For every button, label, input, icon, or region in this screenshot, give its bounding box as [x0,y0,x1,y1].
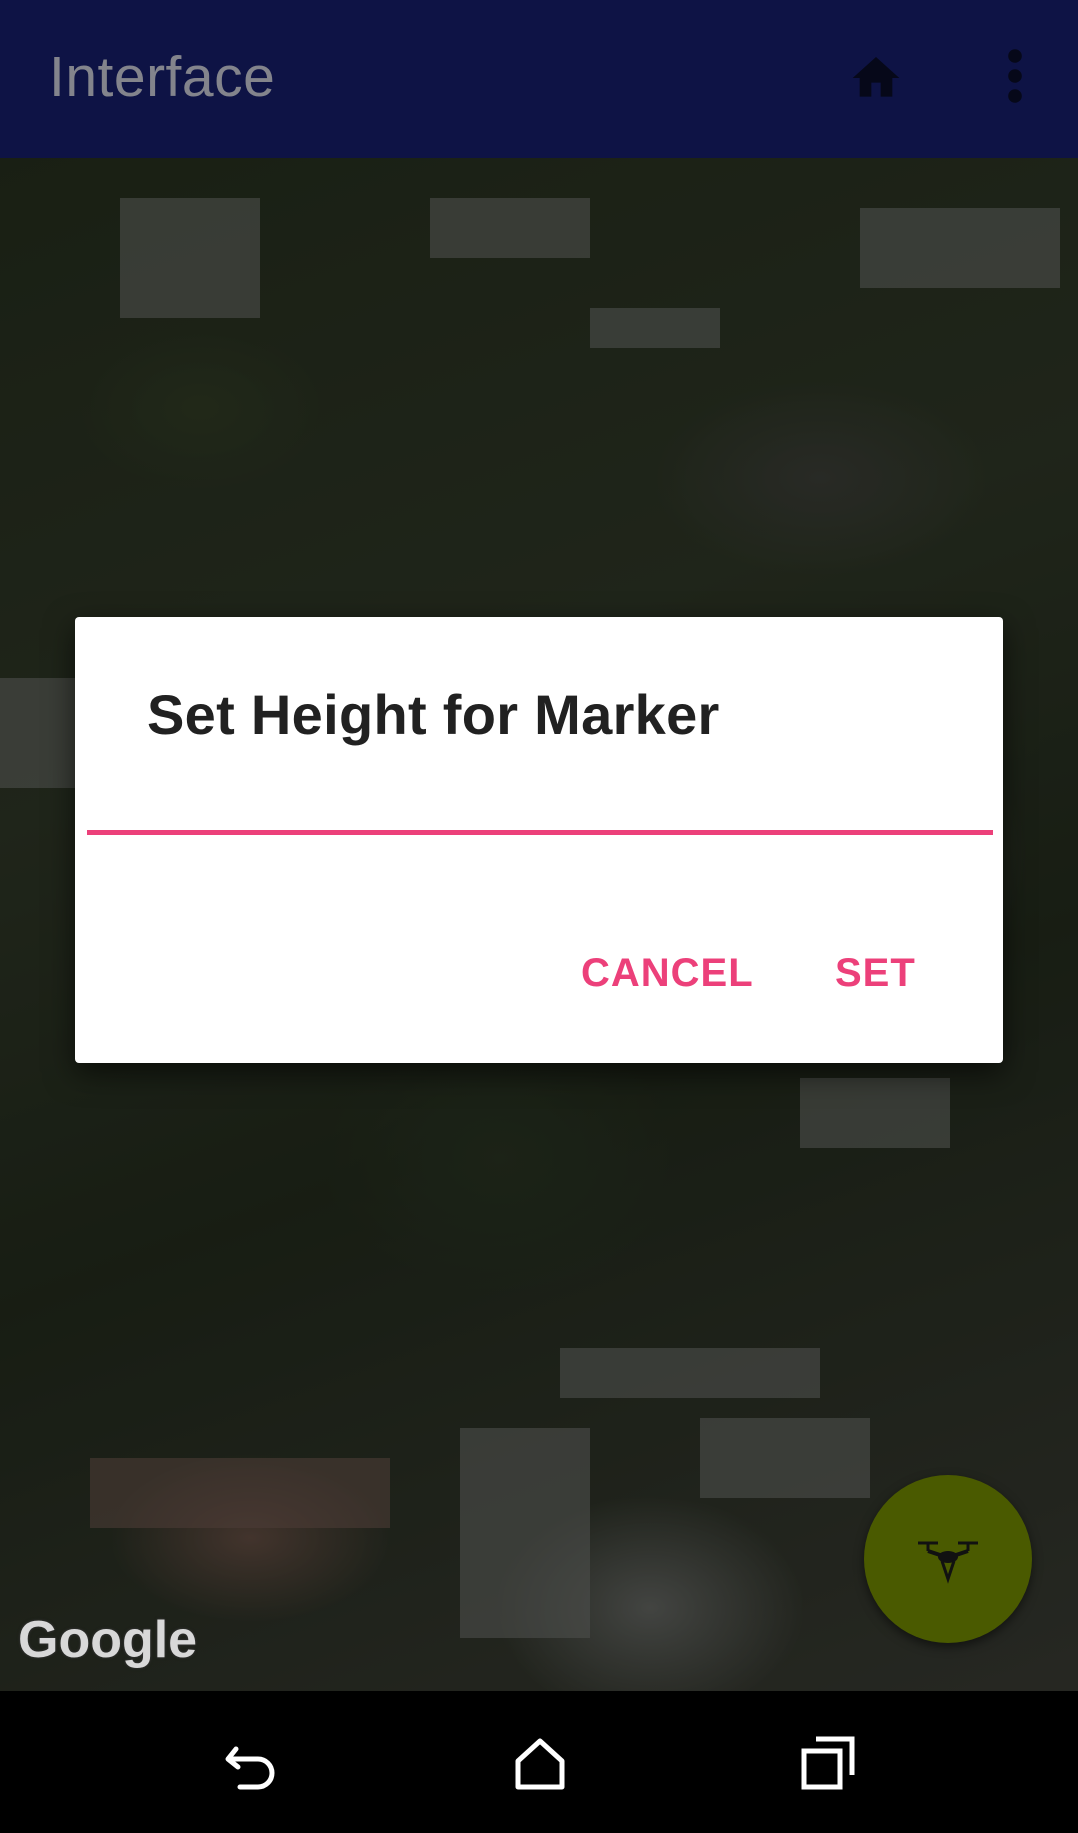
drone-fab-button[interactable] [864,1475,1032,1643]
drone-icon [918,1541,978,1584]
height-input[interactable] [87,787,993,835]
home-outline-icon[interactable] [508,1731,572,1795]
cancel-button[interactable]: CANCEL [581,951,754,996]
google-logo: Google [18,1611,198,1669]
recents-icon[interactable] [796,1731,860,1795]
back-icon[interactable] [220,1731,284,1795]
system-nav-bar [0,1691,1078,1833]
set-button[interactable]: SET [835,951,916,996]
dialog-title: Set Height for Marker [147,683,720,746]
set-height-dialog: Set Height for Marker CANCEL SET [75,617,1003,1063]
